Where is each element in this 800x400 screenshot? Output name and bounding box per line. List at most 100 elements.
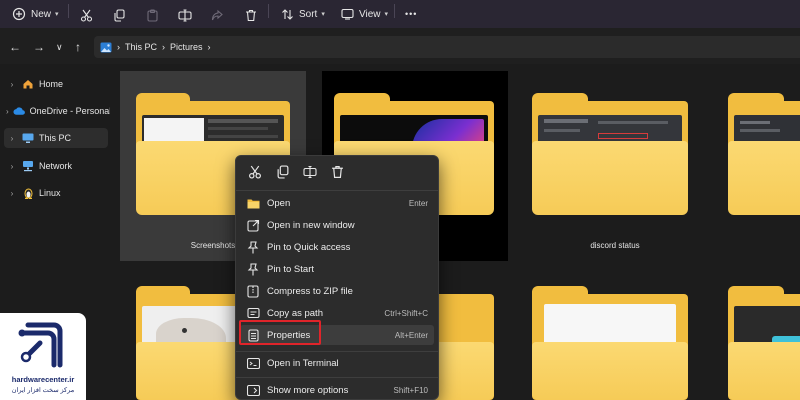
folder-tile-discord-status[interactable]: discord status <box>522 71 708 261</box>
folder-icon <box>532 93 688 215</box>
copy-icon[interactable] <box>276 165 290 179</box>
menu-item-shortcut: Enter <box>408 198 428 208</box>
menu-item-open-terminal[interactable]: Open in Terminal <box>240 353 434 373</box>
share-button[interactable] <box>211 4 224 26</box>
breadcrumb-pictures[interactable]: Pictures <box>170 42 203 52</box>
pin-start-icon <box>246 262 260 276</box>
expand-chevron-icon[interactable]: › <box>6 80 18 89</box>
menu-item-shortcut: Ctrl+Shift+C <box>384 308 428 318</box>
new-window-icon <box>246 218 260 232</box>
watermark-logo: hardwarecenter.ir مرکز سخت افزار ایران <box>0 313 86 400</box>
sidebar-item-label: Linux <box>39 188 61 198</box>
menu-item-label: Copy as path <box>267 307 323 319</box>
menu-item-label: Open in Terminal <box>267 357 339 369</box>
sidebar-item-this-pc[interactable]: › This PC <box>4 128 108 148</box>
more-button[interactable]: ••• <box>405 3 417 25</box>
sort-icon <box>282 8 293 20</box>
sidebar-item-home[interactable]: › Home <box>4 74 108 94</box>
share-icon <box>211 9 223 20</box>
sidebar-item-onedrive[interactable]: › OneDrive - Personal <box>4 101 111 121</box>
back-arrow-icon[interactable]: ← <box>9 41 21 53</box>
folder-icon <box>532 286 688 400</box>
expand-chevron-icon[interactable]: › <box>6 107 9 116</box>
copy-button[interactable] <box>113 4 126 26</box>
expand-chevron-icon[interactable]: › <box>6 162 18 171</box>
linux-icon <box>22 187 34 199</box>
rename-button[interactable] <box>178 4 192 26</box>
menu-item-pin-start[interactable]: Pin to Start <box>240 259 434 279</box>
sidebar-item-linux[interactable]: › Linux <box>4 183 108 203</box>
folder-name: discord status <box>590 241 640 250</box>
properties-highlight-box <box>239 320 321 345</box>
sort-button[interactable]: Sort ▾ <box>281 3 325 25</box>
pin-icon <box>246 240 260 254</box>
menu-item-label: Pin to Start <box>267 263 314 275</box>
toolbar-divider <box>268 4 269 18</box>
cut-button[interactable] <box>80 4 93 26</box>
sidebar-item-label: OneDrive - Personal <box>29 106 112 116</box>
new-button-label: New <box>31 8 52 20</box>
menu-item-label: Open in new window <box>267 219 355 231</box>
network-icon <box>22 160 34 172</box>
new-button[interactable]: New ▾ <box>12 3 59 25</box>
breadcrumb-chevron-icon: › <box>117 42 120 52</box>
sidebar-item-label: Home <box>39 79 64 89</box>
menu-item-label: Compress to ZIP file <box>267 285 353 297</box>
circuit-logo-icon <box>18 322 63 368</box>
cut-icon[interactable] <box>248 165 262 179</box>
paste-button[interactable] <box>146 4 159 26</box>
watermark-tagline: مرکز سخت افزار ایران <box>11 387 75 394</box>
menu-item-open-new-window[interactable]: Open in new window <box>240 215 434 235</box>
folder-tile[interactable] <box>720 71 800 261</box>
delete-icon[interactable] <box>331 165 345 179</box>
copy-icon <box>114 8 125 22</box>
menu-item-open[interactable]: Open Enter <box>240 193 434 213</box>
chevron-down-icon: ▾ <box>384 11 389 18</box>
folder-tile[interactable] <box>720 274 800 400</box>
sidebar-item-network[interactable]: › Network <box>4 156 108 176</box>
recent-chevron-icon[interactable]: ∨ <box>56 41 63 53</box>
menu-item-compress-zip[interactable]: Compress to ZIP file <box>240 281 434 301</box>
copy-path-icon <box>246 306 260 320</box>
up-arrow-icon[interactable]: ↑ <box>75 41 81 53</box>
chevron-down-icon: ▾ <box>55 11 59 18</box>
rename-icon[interactable] <box>303 165 317 179</box>
menu-item-label: Pin to Quick access <box>267 241 351 253</box>
menu-item-label: Show more options <box>267 384 349 396</box>
expand-chevron-icon[interactable]: › <box>6 134 18 143</box>
pictures-icon <box>100 42 112 52</box>
sidebar-item-label: This PC <box>39 133 72 143</box>
file-view: Screenshots discord status <box>110 64 800 400</box>
menu-item-shortcut: Shift+F10 <box>393 385 428 395</box>
sort-button-label: Sort <box>299 8 318 20</box>
breadcrumb-chevron-icon: › <box>207 42 211 52</box>
folder-icon <box>728 93 800 215</box>
menu-item-show-more-options[interactable]: Show more options Shift+F10 <box>240 380 434 400</box>
forward-arrow-icon[interactable]: → <box>33 41 45 53</box>
watermark-site: hardwarecenter.ir <box>11 375 75 384</box>
expand-chevron-icon[interactable]: › <box>6 189 18 198</box>
delete-button[interactable] <box>245 4 257 26</box>
delete-icon <box>246 9 256 21</box>
menu-item-pin-quick-access[interactable]: Pin to Quick access <box>240 237 434 257</box>
view-button[interactable]: View ▾ <box>341 3 388 25</box>
toolbar-divider <box>68 4 69 18</box>
more-options-icon <box>246 383 260 397</box>
menu-item-shortcut: Alt+Enter <box>394 330 428 340</box>
zip-icon <box>246 284 260 298</box>
computer-icon <box>22 132 34 144</box>
breadcrumb-this-pc[interactable]: This PC <box>125 42 157 52</box>
menu-divider <box>236 190 438 191</box>
chevron-down-icon: ▾ <box>321 11 325 18</box>
folder-icon <box>728 286 800 400</box>
terminal-icon <box>246 356 260 370</box>
sidebar-item-label: Network <box>39 161 73 171</box>
view-icon <box>341 8 354 20</box>
view-button-label: View <box>359 8 381 20</box>
breadcrumb-chevron-icon: › <box>162 42 166 52</box>
context-menu: Open Enter Open in new window Pin to Qui… <box>235 155 439 400</box>
cut-icon <box>80 9 93 22</box>
address-bar[interactable]: › This PC › Pictures › <box>94 36 800 58</box>
folder-open-icon <box>246 196 260 210</box>
folder-tile[interactable] <box>522 274 708 400</box>
